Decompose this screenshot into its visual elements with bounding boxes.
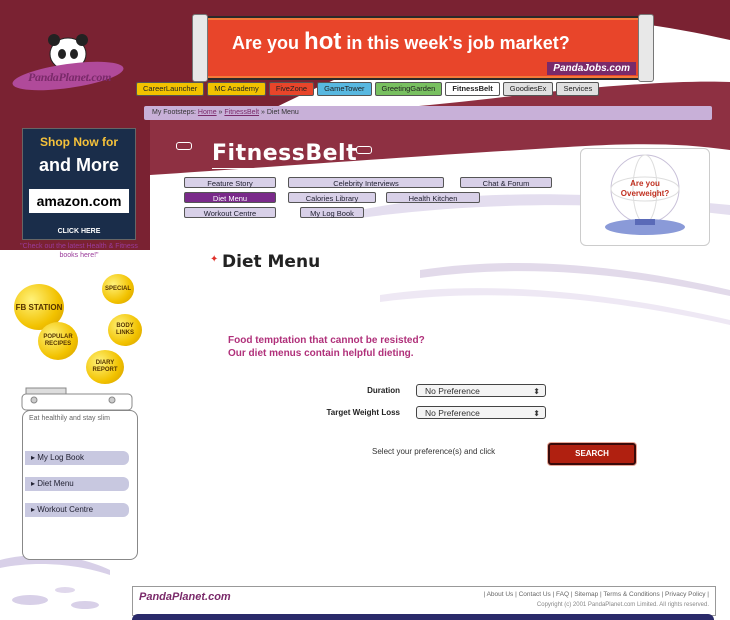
intro-line2: Our diet menus contain helpful dieting. <box>228 348 414 359</box>
breadcrumb: My Footsteps: Home » FitnessBelt » Diet … <box>144 106 712 120</box>
footer-copyright: Copyright (c) 2001 PandaPlanet.com Limit… <box>536 602 709 608</box>
left-menu-title: Eat healthily and stay slim <box>29 415 110 422</box>
banner-roller-right <box>638 14 654 82</box>
amazon-ad[interactable]: Shop Now for and More amazon.com CLICK H… <box>22 128 136 240</box>
select-arrows-icon: ⬍ <box>533 387 540 396</box>
tab-goodiesex[interactable]: GoodiesEx <box>502 82 554 96</box>
tab-fivezone[interactable]: FiveZone <box>268 82 315 96</box>
subnav-celebrity-interviews[interactable]: Celebrity Interviews <box>288 177 444 188</box>
select-arrows-icon: ⬍ <box>533 409 540 418</box>
breadcrumb-prefix: My Footsteps: <box>152 109 196 116</box>
amazon-line2: and More <box>38 155 119 175</box>
belt-buckle-right-icon <box>356 146 372 154</box>
logo-text: PandaPlanet.com <box>28 70 112 84</box>
tab-greetinggarden[interactable]: GreetingGarden <box>374 82 443 96</box>
left-menu-binder-icon <box>21 387 133 411</box>
footer-bar <box>132 614 714 620</box>
breadcrumb-current: Diet Menu <box>266 109 299 116</box>
footer-brand[interactable]: PandaPlanet.com <box>139 591 231 603</box>
duration-select[interactable]: No Preference ⬍ <box>416 384 546 397</box>
section-title: FitnessBelt <box>212 140 357 169</box>
amazon-logo: amazon.com <box>29 189 129 213</box>
subnav-calories-library[interactable]: Calories Library <box>288 192 376 203</box>
page-title: Diet Menu <box>222 252 321 272</box>
job-market-banner[interactable]: Are you hot in this week's job market? P… <box>192 14 654 82</box>
left-menu: Eat healthily and stay slim ▸ My Log Boo… <box>22 410 138 560</box>
target-weight-select[interactable]: No Preference ⬍ <box>416 406 546 419</box>
tab-mc-academy[interactable]: MC Academy <box>207 82 266 96</box>
breadcrumb-home-link[interactable]: Home <box>198 109 217 116</box>
promo-line2: Overweight? <box>620 189 670 198</box>
left-menu-diet-menu[interactable]: ▸ Diet Menu <box>25 477 129 491</box>
subnav-workout-centre[interactable]: Workout Centre <box>184 207 276 218</box>
subnav-health-kitchen[interactable]: Health Kitchen <box>386 192 480 203</box>
tab-careerlauncher[interactable]: CareerLauncher <box>136 82 205 96</box>
intro-text: Food temptation that cannot be resisted?… <box>228 334 425 360</box>
tab-gametower[interactable]: GameTower <box>317 82 372 96</box>
overweight-promo[interactable]: Are you Overweight? <box>580 148 710 246</box>
left-menu-my-log-book[interactable]: ▸ My Log Book <box>25 451 129 465</box>
subnav-chat-forum[interactable]: Chat & Forum <box>460 177 552 188</box>
left-menu-workout-centre[interactable]: ▸ Workout Centre <box>25 503 129 517</box>
search-hint: Select your preference(s) and click <box>372 447 496 456</box>
bubble-body-links[interactable]: BODY LINKS <box>108 314 142 346</box>
channel-tabs: CareerLauncher MC Academy FiveZone GameTowe… <box>136 82 600 96</box>
star-icon: ✦ <box>210 254 219 265</box>
duration-label: Duration <box>367 386 400 395</box>
banner-brand: PandaJobs.com <box>547 62 636 75</box>
intro-line1: Food temptation that cannot be resisted? <box>228 335 425 346</box>
footer: PandaPlanet.com | About Us | Contact Us … <box>132 586 716 616</box>
belt-buckle-left-icon <box>176 142 192 150</box>
amazon-click-here[interactable]: CLICK HERE <box>23 228 135 235</box>
target-weight-label: Target Weight Loss <box>326 408 401 417</box>
site-logo[interactable]: PandaPlanet.com <box>12 30 130 100</box>
tab-services[interactable]: Services <box>556 82 600 96</box>
tab-fitnessbelt[interactable]: FitnessBelt <box>445 82 500 96</box>
breadcrumb-section-link[interactable]: FitnessBelt <box>224 109 259 116</box>
banner-roller-left <box>192 14 208 82</box>
subnav-my-log-book[interactable]: My Log Book <box>300 207 364 218</box>
bubble-popular-recipes[interactable]: POPULAR RECIPES <box>38 322 78 360</box>
footer-links[interactable]: | About Us | Contact Us | FAQ | Sitemap … <box>483 591 709 598</box>
subnav-feature-story[interactable]: Feature Story <box>184 177 276 188</box>
promo-line1: Are you <box>630 179 660 188</box>
bubble-diary-report[interactable]: DIARY REPORT <box>86 350 124 384</box>
subnav-diet-menu[interactable]: Diet Menu <box>184 192 276 203</box>
bubble-special[interactable]: SPECIAL <box>102 274 134 304</box>
amazon-line1: Shop Now for <box>40 135 118 149</box>
amazon-caption: "Check out the latest Health & Fitness b… <box>20 243 138 259</box>
banner-headline: Are you hot in this week's job market? <box>232 28 570 55</box>
search-button[interactable]: SEARCH <box>548 443 636 465</box>
